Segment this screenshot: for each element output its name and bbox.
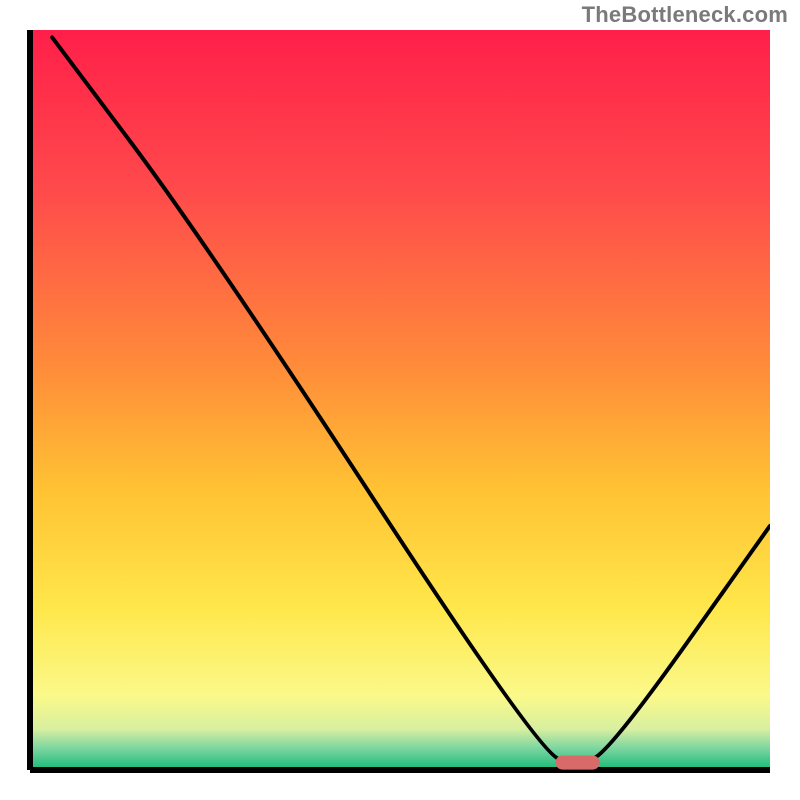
- bottleneck-chart: [0, 0, 800, 800]
- watermark-text: TheBottleneck.com: [582, 2, 788, 28]
- optimal-marker: [555, 756, 599, 770]
- plot-background: [30, 30, 770, 770]
- chart-container: TheBottleneck.com: [0, 0, 800, 800]
